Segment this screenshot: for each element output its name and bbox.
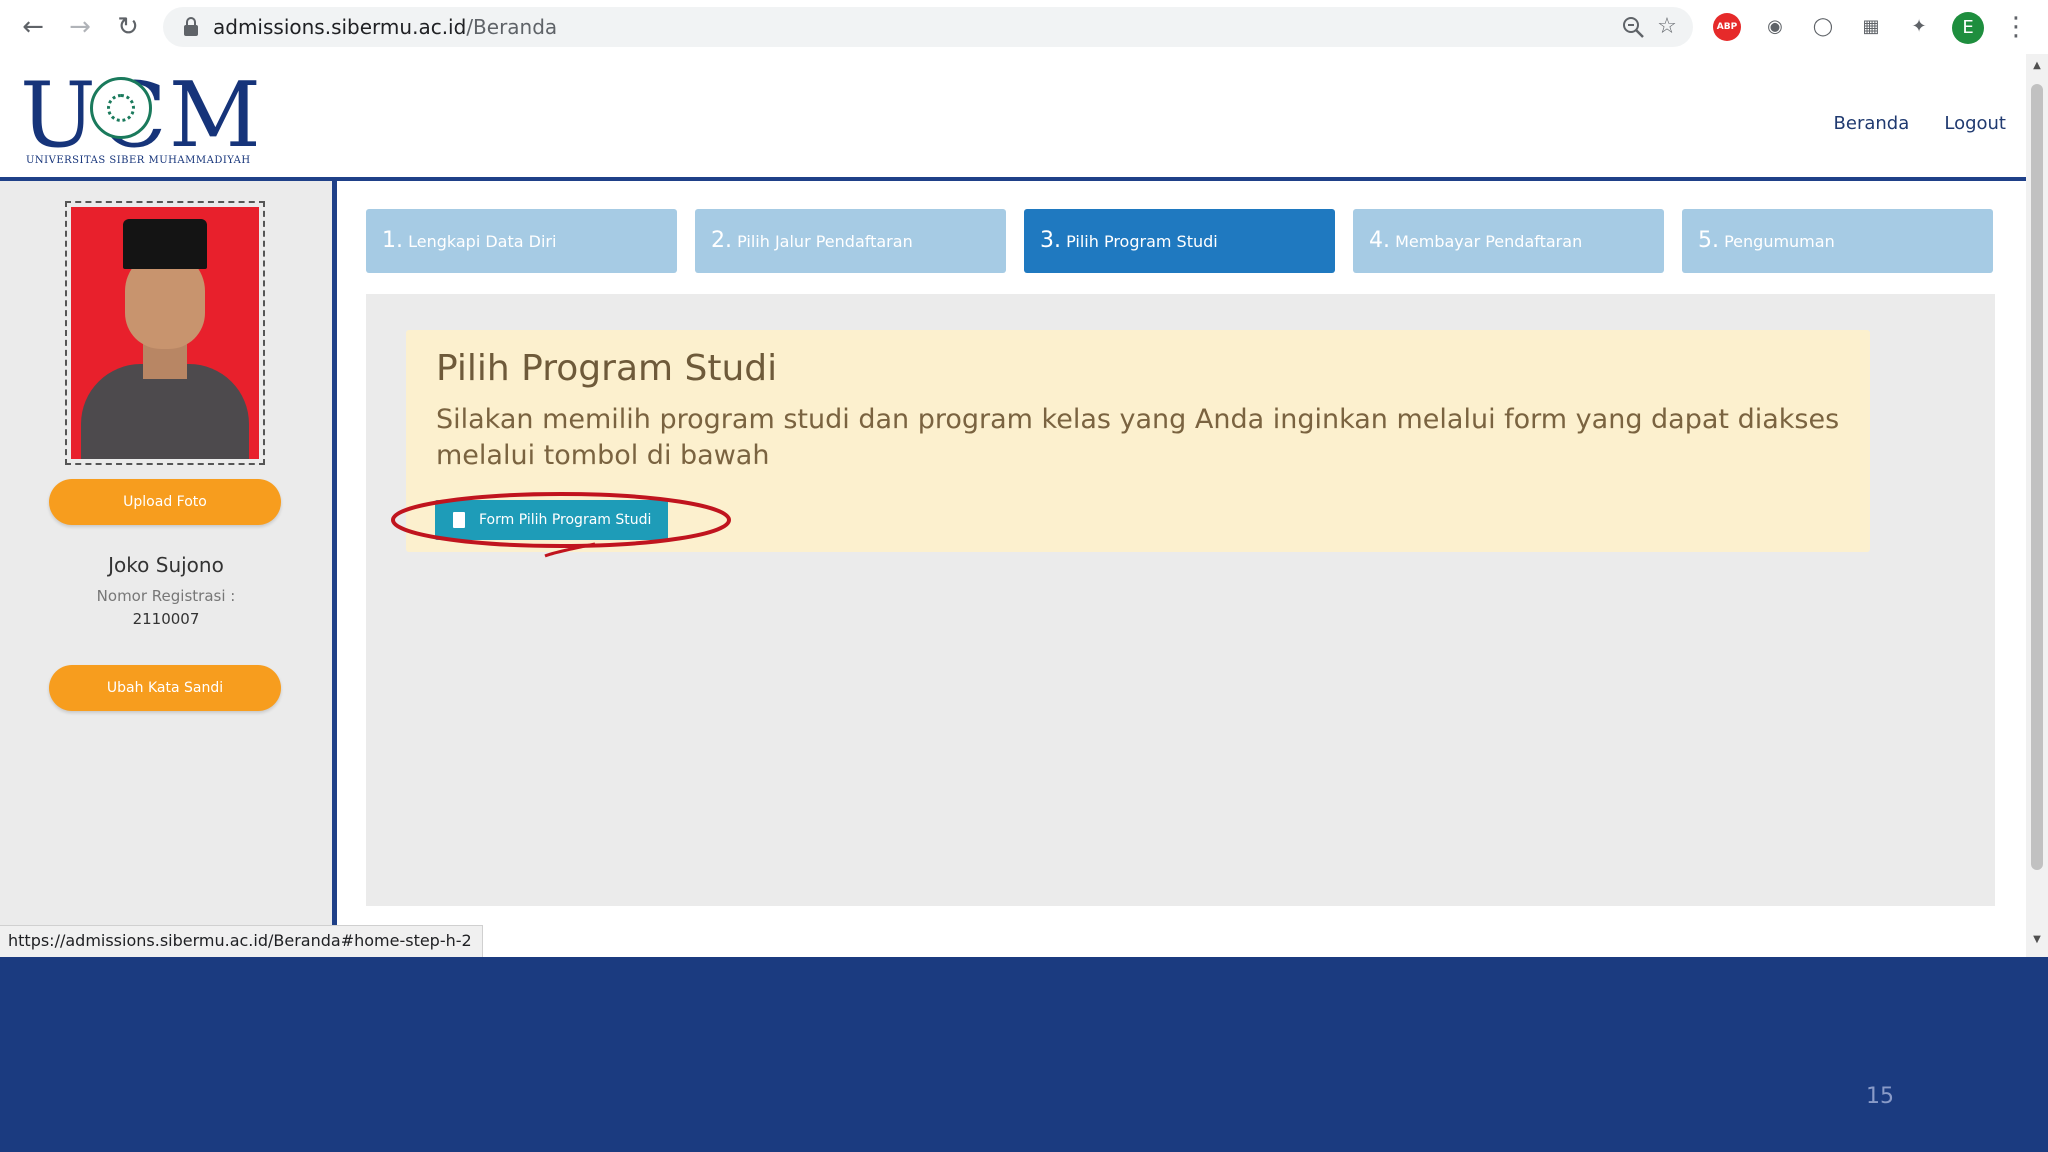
upload-photo-button[interactable]: Upload Foto [49, 479, 281, 525]
forward-arrow-icon[interactable]: → [63, 10, 97, 44]
reload-icon[interactable]: ↻ [111, 10, 145, 44]
abp-icon[interactable]: ABP [1713, 13, 1741, 41]
step-4-number: 4. [1369, 228, 1390, 253]
extension-grid-icon[interactable]: ▦ [1857, 13, 1885, 41]
step-1-number: 1. [382, 228, 403, 253]
step-2-label: Pilih Jalur Pendaftaran [737, 232, 913, 251]
ucm-logo[interactable]: UCM UNIVERSITAS SIBER MUHAMMADIYAH [20, 63, 261, 171]
alert-title: Pilih Program Studi [436, 348, 778, 389]
zoom-icon[interactable] [1621, 15, 1645, 39]
kebab-menu-icon[interactable]: ⋮ [2002, 10, 2030, 44]
step-3-number: 3. [1040, 228, 1061, 253]
browser-window: ← → ↻ admissions.sibermu.ac.id/Beranda ☆… [0, 0, 2048, 957]
step-5-tab[interactable]: 5. Pengumuman [1682, 209, 1993, 273]
page-scrollbar[interactable]: ▲ ▼ [2026, 54, 2048, 957]
puzzle-icon[interactable]: ✦ [1905, 13, 1933, 41]
step-5-number: 5. [1698, 228, 1719, 253]
step-2-number: 2. [711, 228, 732, 253]
alert-description: Silakan memilih program studi dan progra… [436, 404, 1840, 471]
step-4-tab[interactable]: 4. Membayar Pendaftaran [1353, 209, 1664, 273]
profile-photo-frame [65, 201, 265, 465]
nav-logout-link[interactable]: Logout [1944, 113, 2006, 134]
logo-subtitle: UNIVERSITAS SIBER MUHAMMADIYAH [26, 155, 251, 166]
address-bar[interactable]: admissions.sibermu.ac.id/Beranda ☆ [163, 7, 1693, 47]
profile-photo [71, 207, 259, 459]
profile-avatar[interactable]: E [1952, 12, 1984, 44]
camera-icon[interactable]: ◉ [1761, 13, 1789, 41]
scroll-thumb[interactable] [2031, 84, 2043, 870]
step-2-tab[interactable]: 2. Pilih Jalur Pendaftaran [695, 209, 1006, 273]
top-nav: Beranda Logout [1804, 113, 2006, 134]
step-3-tab[interactable]: 3. Pilih Program Studi [1024, 209, 1335, 273]
sync-icon[interactable]: ◯ [1809, 13, 1837, 41]
web-page: UCM UNIVERSITAS SIBER MUHAMMADIYAH Beran… [0, 54, 2026, 957]
step-5-label: Pengumuman [1724, 232, 1835, 251]
bookmark-star-icon[interactable]: ☆ [1655, 15, 1679, 39]
url-path: /Beranda [466, 15, 558, 39]
photo-cap [123, 219, 207, 269]
step-3-label: Pilih Program Studi [1066, 232, 1218, 251]
site-header: UCM UNIVERSITAS SIBER MUHAMMADIYAH Beran… [0, 54, 2026, 181]
registration-label: Nomor Registrasi : [96, 587, 236, 605]
back-arrow-icon[interactable]: ← [16, 10, 50, 44]
red-annotation-circle [391, 492, 731, 558]
profile-sidebar: Upload Foto Joko Sujono Nomor Registrasi… [0, 181, 337, 957]
url-text: admissions.sibermu.ac.id/Beranda [213, 7, 557, 47]
scroll-down-arrow-icon[interactable]: ▼ [2026, 934, 2048, 945]
lock-icon [184, 17, 198, 36]
link-status-bubble: https://admissions.sibermu.ac.id/Beranda… [0, 925, 483, 957]
step-4-label: Membayar Pendaftaran [1395, 232, 1583, 251]
url-host: admissions.sibermu.ac.id [213, 15, 467, 39]
user-name: Joko Sujono [108, 553, 224, 577]
change-password-button[interactable]: Ubah Kata Sandi [49, 665, 281, 711]
logo-emblem-icon [90, 77, 152, 139]
step-content-panel: Pilih Program Studi Silakan memilih prog… [366, 294, 1995, 906]
slide-number: 15 [1866, 1084, 1894, 1109]
step-1-tab[interactable]: 1. Lengkapi Data Diri [366, 209, 677, 273]
nav-beranda-link[interactable]: Beranda [1834, 113, 1910, 134]
abp-label: ABP [1716, 22, 1738, 32]
registration-number: 2110007 [132, 610, 200, 628]
scroll-up-arrow-icon[interactable]: ▲ [2026, 60, 2048, 71]
step-1-label: Lengkapi Data Diri [408, 232, 557, 251]
browser-toolbar: ← → ↻ admissions.sibermu.ac.id/Beranda ☆… [0, 0, 2048, 55]
